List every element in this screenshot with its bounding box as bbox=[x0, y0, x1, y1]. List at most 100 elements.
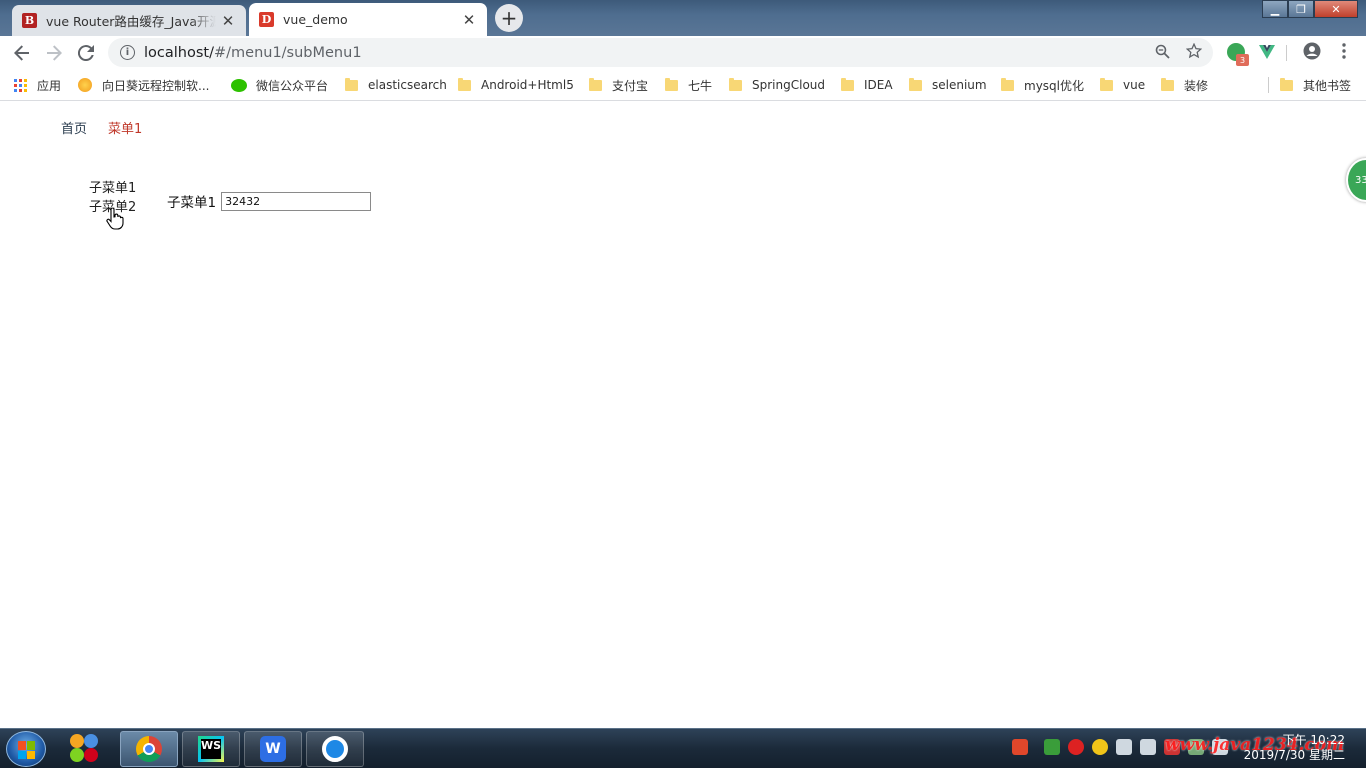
bookmark-wechat[interactable]: 微信公众平台 bbox=[231, 76, 328, 94]
wps-icon: W bbox=[260, 736, 286, 762]
folder-icon bbox=[1001, 77, 1014, 91]
app-pinwheel-icon bbox=[70, 734, 100, 764]
windows-logo-icon bbox=[18, 741, 36, 759]
folder-icon bbox=[909, 77, 922, 91]
nav-link-home[interactable]: 首页 bbox=[61, 118, 87, 137]
folder-icon bbox=[589, 77, 602, 91]
taskbar-app-chrome[interactable] bbox=[120, 731, 178, 767]
apps-grid-icon bbox=[14, 78, 27, 92]
bookmark-label: elasticsearch bbox=[368, 78, 447, 92]
bookmark-android-html5[interactable]: Android+Html5 bbox=[458, 76, 574, 94]
qq-browser-icon bbox=[322, 736, 348, 762]
bookmark-alipay[interactable]: 支付宝 bbox=[589, 76, 648, 94]
address-bar[interactable]: i localhost/#/menu1/subMenu1 bbox=[108, 38, 1213, 67]
folder-icon bbox=[458, 77, 471, 91]
vue-devtools-icon[interactable] bbox=[1258, 43, 1276, 61]
bookmark-idea[interactable]: IDEA bbox=[841, 76, 893, 94]
folder-icon bbox=[1280, 77, 1293, 91]
bookmark-label: mysql优化 bbox=[1024, 78, 1084, 93]
flag-tray-icon[interactable] bbox=[1140, 739, 1156, 755]
taskbar-app-qq[interactable] bbox=[306, 731, 364, 767]
browser-toolbar: i localhost/#/menu1/subMenu1 bbox=[0, 36, 1366, 69]
new-tab-button[interactable]: + bbox=[495, 4, 523, 32]
maximize-button[interactable]: ❐ bbox=[1288, 0, 1314, 18]
bookmark-label: 微信公众平台 bbox=[256, 78, 329, 93]
profile-icon[interactable] bbox=[1302, 41, 1322, 61]
shield-tray-icon[interactable] bbox=[1044, 739, 1060, 755]
bookmark-label: Android+Html5 bbox=[481, 78, 574, 92]
menu-kebab-icon[interactable] bbox=[1334, 41, 1354, 61]
network-tray-icon[interactable] bbox=[1116, 739, 1132, 755]
minimize-button[interactable]: ▁ bbox=[1262, 0, 1288, 18]
tab-vue-demo[interactable]: D vue_demo ✕ bbox=[249, 3, 487, 36]
extension-badge: 3 bbox=[1236, 54, 1249, 66]
taskbar-app-webstorm[interactable]: WS bbox=[182, 731, 240, 767]
folder-icon bbox=[729, 77, 742, 91]
floating-badge[interactable]: 33 bbox=[1346, 158, 1366, 202]
bookmark-label: selenium bbox=[932, 78, 987, 92]
browser-titlebar: B vue Router路由缓存_Java开源网 ✕ D vue_demo ✕ … bbox=[0, 0, 1366, 36]
bookmark-qiniu[interactable]: 七牛 bbox=[665, 76, 712, 94]
bookmark-mysql[interactable]: mysql优化 bbox=[1001, 76, 1084, 94]
close-window-button[interactable]: ✕ bbox=[1314, 0, 1358, 18]
nav-link-menu1[interactable]: 菜单1 bbox=[108, 118, 142, 137]
url-text[interactable]: localhost/#/menu1/subMenu1 bbox=[144, 45, 362, 61]
bookmark-decoration[interactable]: 装修 bbox=[1161, 76, 1208, 94]
url-path: #/menu1/subMenu1 bbox=[213, 44, 362, 61]
folder-icon bbox=[345, 77, 358, 91]
submenu-item-1[interactable]: 子菜单1 bbox=[89, 179, 136, 198]
url-host: localhost/ bbox=[144, 44, 214, 61]
start-button[interactable] bbox=[6, 731, 46, 767]
webstorm-icon: WS bbox=[198, 736, 224, 762]
bookmark-sunflower[interactable]: 向日葵远程控制软... bbox=[78, 76, 209, 94]
tab-favicon-d-icon: D bbox=[259, 12, 274, 27]
clock-date: 2019/7/30 星期二 bbox=[1243, 748, 1345, 762]
webstorm-label: WS bbox=[201, 739, 221, 759]
reload-icon[interactable] bbox=[74, 41, 98, 65]
bookmark-label: 其他书签 bbox=[1303, 78, 1352, 93]
wechat-icon bbox=[231, 78, 247, 92]
security-tray-icon[interactable] bbox=[1068, 739, 1084, 755]
bookmark-star-icon[interactable] bbox=[1184, 41, 1204, 61]
bookmark-label: 七牛 bbox=[688, 78, 713, 93]
plus-tray-icon[interactable] bbox=[1092, 739, 1108, 755]
page-viewport: 首页 菜单1 子菜单1 子菜单2 子菜单1 33 bbox=[0, 102, 1366, 728]
tab-vue-router[interactable]: B vue Router路由缓存_Java开源网 ✕ bbox=[12, 5, 246, 36]
bookmark-label: 支付宝 bbox=[612, 78, 649, 93]
folder-icon bbox=[841, 77, 854, 91]
bookmarks-bar: 应用 向日葵远程控制软... 微信公众平台 elasticsearch Andr… bbox=[0, 69, 1366, 101]
content-input[interactable] bbox=[221, 191, 372, 211]
folder-icon bbox=[1100, 77, 1113, 91]
folder-icon bbox=[665, 77, 678, 91]
site-info-icon[interactable]: i bbox=[120, 45, 135, 60]
taskbar-clock[interactable]: 下午 10:22 2019/7/30 星期二 bbox=[1243, 733, 1345, 763]
bookmark-label: SpringCloud bbox=[752, 78, 826, 92]
bookmark-elasticsearch[interactable]: elasticsearch bbox=[345, 76, 447, 94]
back-arrow-icon[interactable] bbox=[10, 41, 34, 65]
bookmark-label: 应用 bbox=[37, 78, 62, 93]
bookmark-label: 向日葵远程控制软... bbox=[102, 78, 210, 93]
tab-close-icon[interactable]: ✕ bbox=[461, 11, 477, 29]
taskbar-app-wps[interactable]: W bbox=[244, 731, 302, 767]
tab-favicon-b-icon: B bbox=[22, 13, 37, 28]
bookmark-selenium[interactable]: selenium bbox=[909, 76, 987, 94]
sogou-tray-icon[interactable] bbox=[1012, 739, 1028, 755]
bookmark-vue[interactable]: vue bbox=[1100, 76, 1145, 94]
taskbar-app-pinned[interactable] bbox=[56, 731, 114, 767]
content-label: 子菜单1 bbox=[167, 195, 217, 211]
windows-taskbar: WS W www.java1234.com 下午 10:22 2019/7/30… bbox=[0, 728, 1366, 768]
window-controls: ▁ ❐ ✕ bbox=[1262, 0, 1358, 18]
bookmark-label: 装修 bbox=[1184, 78, 1209, 93]
bookmark-apps[interactable]: 应用 bbox=[14, 76, 61, 94]
bookmark-other[interactable]: 其他书签 bbox=[1280, 76, 1351, 94]
folder-icon bbox=[1161, 77, 1174, 91]
tab-title: vue_demo bbox=[283, 12, 348, 27]
chrome-icon bbox=[136, 736, 162, 762]
zoom-icon[interactable] bbox=[1152, 41, 1172, 61]
tab-close-icon[interactable]: ✕ bbox=[220, 12, 236, 30]
forward-arrow-icon[interactable] bbox=[42, 41, 66, 65]
bookmark-springcloud[interactable]: SpringCloud bbox=[729, 76, 825, 94]
sunflower-icon bbox=[78, 78, 92, 92]
toolbar-divider bbox=[1286, 45, 1287, 61]
bookmarks-divider bbox=[1268, 77, 1269, 93]
